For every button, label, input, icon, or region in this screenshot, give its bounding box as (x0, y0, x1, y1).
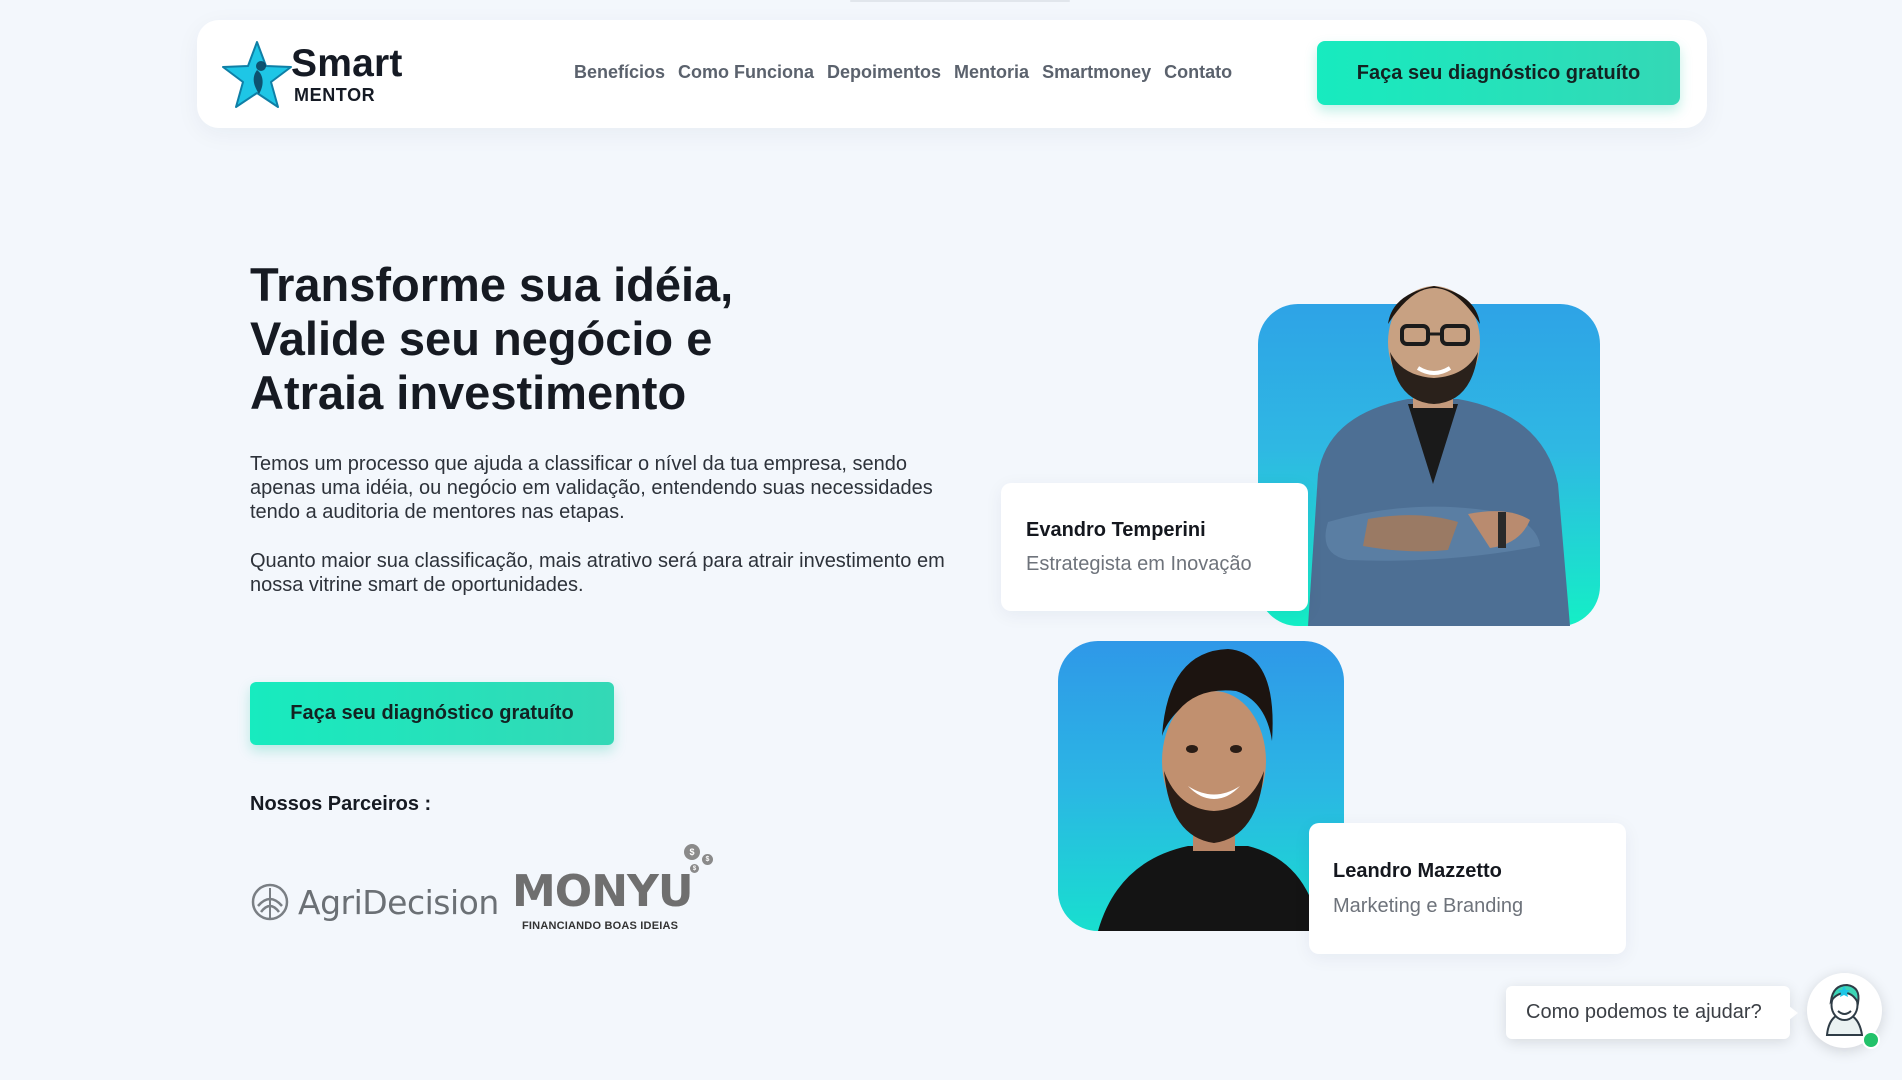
star-logo-icon (222, 41, 292, 108)
nav-link-como-funciona[interactable]: Como Funciona (678, 62, 814, 84)
hero-title-line-1: Transforme sua idéia, (250, 258, 734, 311)
mentor-name: Leandro Mazzetto (1333, 860, 1502, 882)
nav-link-beneficios[interactable]: Benefícios (574, 62, 665, 84)
monyu-tagline: FINANCIANDO BOAS IDEIAS (522, 920, 679, 932)
agridecision-name: AgriDecision (298, 882, 499, 922)
mentor-portrait-evandro (1308, 286, 1570, 626)
mentor-role: Estrategista em Inovação (1026, 553, 1252, 575)
nav-link-mentoria[interactable]: Mentoria (954, 62, 1029, 84)
hero-paragraph-2: Quanto maior sua classificação, mais atr… (250, 550, 945, 596)
hero-title: Transforme sua idéia, Valide seu negócio… (250, 258, 950, 420)
navbar: Smart MENTOR Benefícios Como Funciona De… (197, 20, 1707, 128)
chat-prompt-bubble[interactable]: Como podemos te ajudar? (1506, 986, 1798, 1039)
nav-link-smartmoney[interactable]: Smartmoney (1042, 62, 1151, 84)
hero-title-line-3: Atraia investimento (250, 366, 687, 419)
nav-menu: Benefícios Como Funciona Depoimentos Men… (574, 62, 1232, 84)
mentor-card-leandro: Leandro Mazzetto Marketing e Branding (1309, 823, 1626, 954)
mentor-role: Marketing e Branding (1333, 895, 1524, 917)
mentor-card-evandro: Evandro Temperini Estrategista em Inovaç… (1001, 483, 1308, 611)
mentor-photo-evandro (1258, 286, 1600, 626)
mentor-photo-leandro (1058, 641, 1344, 931)
nav-link-contato[interactable]: Contato (1164, 62, 1232, 84)
agridecision-icon (251, 883, 289, 921)
hero-diagnostic-button[interactable]: Faça seu diagnóstico gratuíto (250, 682, 614, 745)
nav-link-depoimentos[interactable]: Depoimentos (827, 62, 941, 84)
partners-label: Nossos Parceiros : (250, 793, 432, 815)
coin-icon: $ (684, 844, 700, 860)
online-status-dot (1862, 1031, 1880, 1049)
top-divider (850, 0, 1070, 2)
logo[interactable]: Smart MENTOR (221, 40, 431, 110)
hero-paragraph-1: Temos um processo que ajuda a classifica… (250, 453, 933, 523)
hero-title-line-2: Valide seu negócio e (250, 312, 713, 365)
nav-diagnostic-button[interactable]: Faça seu diagnóstico gratuíto (1317, 41, 1680, 105)
partner-agridecision-logo[interactable]: AgriDecision (250, 880, 499, 924)
logo-subtitle: MENTOR (294, 85, 376, 105)
coin-icon: $ (690, 864, 699, 873)
mentor-name: Evandro Temperini (1026, 519, 1206, 541)
coin-icon: $ (702, 854, 713, 865)
mentor-portrait-leandro (1098, 649, 1320, 931)
monyu-name: MONYU (512, 866, 694, 917)
logo-wordmark: Smart (291, 42, 403, 85)
partner-monyu-logo[interactable]: MONYU FINANCIANDO BOAS IDEIAS $ $ $ (512, 844, 722, 936)
